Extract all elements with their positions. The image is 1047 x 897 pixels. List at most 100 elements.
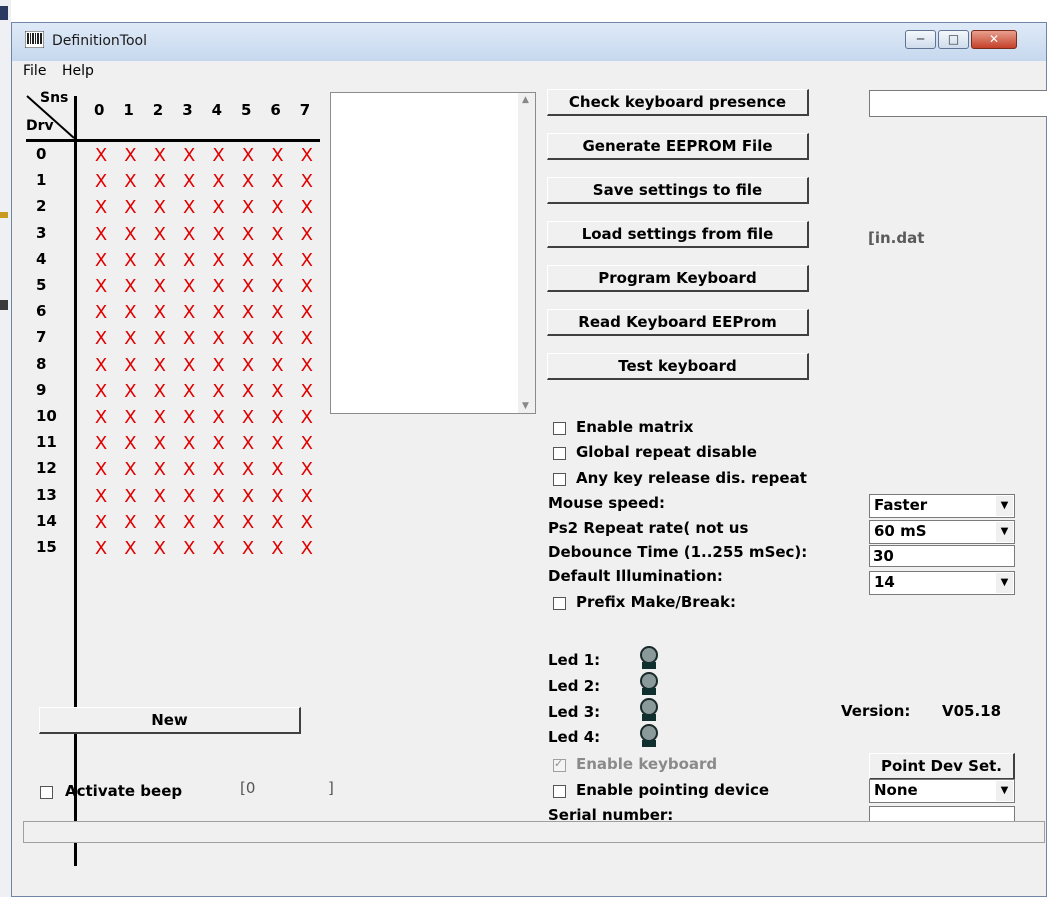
matrix-cell[interactable]: X — [206, 223, 232, 247]
presence-field[interactable] — [869, 90, 1047, 117]
matrix-cell[interactable]: X — [206, 406, 232, 430]
matrix-cell[interactable]: X — [235, 249, 261, 273]
matrix-cell[interactable]: X — [264, 511, 290, 535]
matrix-cell[interactable]: X — [117, 327, 143, 351]
matrix-cell[interactable]: X — [294, 144, 320, 168]
matrix-cell[interactable]: X — [294, 223, 320, 247]
matrix-cell[interactable]: X — [147, 354, 173, 378]
matrix-cell[interactable]: X — [206, 380, 232, 404]
matrix-cell[interactable]: X — [206, 485, 232, 509]
program-keyboard-button[interactable]: Program Keyboard — [547, 265, 809, 292]
matrix-cell[interactable]: X — [264, 275, 290, 299]
new-button[interactable]: New — [39, 707, 301, 734]
matrix-cell[interactable]: X — [206, 144, 232, 168]
matrix-cell[interactable]: X — [206, 354, 232, 378]
matrix-cell[interactable]: X — [294, 537, 320, 561]
test-keyboard-button[interactable]: Test keyboard — [547, 353, 809, 380]
matrix-cell[interactable]: X — [206, 301, 232, 325]
matrix-cell[interactable]: X — [294, 485, 320, 509]
matrix-cell[interactable]: X — [264, 327, 290, 351]
matrix-cell[interactable]: X — [147, 327, 173, 351]
pointing-device-select[interactable]: None ▼ — [869, 779, 1015, 803]
matrix-cell[interactable]: X — [147, 406, 173, 430]
matrix-cell[interactable]: X — [235, 170, 261, 194]
matrix-cell[interactable]: X — [294, 196, 320, 220]
matrix-cell[interactable]: X — [235, 380, 261, 404]
listbox-scrollbar[interactable]: ▲ ▼ — [518, 93, 535, 413]
point-dev-set-button[interactable]: Point Dev Set. — [869, 753, 1015, 780]
debounce-field[interactable]: 30 — [869, 545, 1015, 567]
matrix-cell[interactable]: X — [176, 144, 202, 168]
matrix-cell[interactable]: X — [294, 406, 320, 430]
matrix-cell[interactable]: X — [147, 380, 173, 404]
matrix-cell[interactable]: X — [206, 327, 232, 351]
minimize-button[interactable]: ─ — [905, 30, 936, 49]
matrix-cell[interactable]: X — [88, 196, 114, 220]
enable-pointing-checkbox[interactable] — [553, 785, 566, 798]
matrix-cell[interactable]: X — [117, 275, 143, 299]
matrix-cell[interactable]: X — [206, 458, 232, 482]
matrix-cell[interactable]: X — [294, 275, 320, 299]
matrix-cell[interactable]: X — [294, 458, 320, 482]
matrix-cell[interactable]: X — [264, 144, 290, 168]
matrix-cell[interactable]: X — [147, 196, 173, 220]
read-eeprom-button[interactable]: Read Keyboard EEProm — [547, 309, 809, 336]
matrix-cell[interactable]: X — [147, 223, 173, 247]
matrix-cell[interactable]: X — [147, 485, 173, 509]
matrix-cell[interactable]: X — [88, 223, 114, 247]
title-bar[interactable]: DefinitionTool ─ □ ✕ — [12, 23, 1046, 61]
matrix-cell[interactable]: X — [176, 354, 202, 378]
matrix-cell[interactable]: X — [117, 249, 143, 273]
serial-number-field[interactable] — [869, 806, 1015, 822]
matrix-cell[interactable]: X — [206, 170, 232, 194]
matrix-cell[interactable]: X — [294, 327, 320, 351]
matrix-cell[interactable]: X — [88, 327, 114, 351]
matrix-cell[interactable]: X — [235, 144, 261, 168]
matrix-cell[interactable]: X — [88, 485, 114, 509]
matrix-cell[interactable]: X — [147, 301, 173, 325]
matrix-cell[interactable]: X — [264, 458, 290, 482]
matrix-cell[interactable]: X — [294, 249, 320, 273]
matrix-cell[interactable]: X — [264, 485, 290, 509]
scroll-up-icon[interactable]: ▲ — [522, 95, 529, 105]
matrix-cell[interactable]: X — [176, 458, 202, 482]
load-settings-button[interactable]: Load settings from file — [547, 221, 809, 248]
check-keyboard-button[interactable]: Check keyboard presence — [547, 89, 809, 116]
matrix-cell[interactable]: X — [88, 275, 114, 299]
matrix-cell[interactable]: X — [88, 170, 114, 194]
matrix-cell[interactable]: X — [117, 301, 143, 325]
matrix-cell[interactable]: X — [294, 301, 320, 325]
matrix-cell[interactable]: X — [235, 327, 261, 351]
matrix-cell[interactable]: X — [117, 432, 143, 456]
illumination-select[interactable]: 14 ▼ — [869, 571, 1015, 595]
matrix-cell[interactable]: X — [117, 170, 143, 194]
matrix-cell[interactable]: X — [235, 485, 261, 509]
matrix-cell[interactable]: X — [176, 170, 202, 194]
matrix-cell[interactable]: X — [117, 406, 143, 430]
matrix-cell[interactable]: X — [176, 432, 202, 456]
matrix-cell[interactable]: X — [147, 511, 173, 535]
matrix-cell[interactable]: X — [264, 354, 290, 378]
matrix-cell[interactable]: X — [117, 354, 143, 378]
matrix-cell[interactable]: X — [264, 196, 290, 220]
matrix-cell[interactable]: X — [206, 196, 232, 220]
matrix-cell[interactable]: X — [88, 249, 114, 273]
matrix-cell[interactable]: X — [264, 406, 290, 430]
matrix-cell[interactable]: X — [147, 432, 173, 456]
matrix-cell[interactable]: X — [235, 406, 261, 430]
prefix-checkbox[interactable] — [553, 597, 566, 610]
matrix-cell[interactable]: X — [206, 511, 232, 535]
matrix-cell[interactable]: X — [264, 301, 290, 325]
matrix-cell[interactable]: X — [264, 223, 290, 247]
matrix-cell[interactable]: X — [235, 301, 261, 325]
matrix-cell[interactable]: X — [117, 537, 143, 561]
matrix-cell[interactable]: X — [235, 354, 261, 378]
matrix-cell[interactable]: X — [176, 380, 202, 404]
matrix-cell[interactable]: X — [117, 458, 143, 482]
enable-matrix-checkbox[interactable] — [553, 422, 566, 435]
matrix-cell[interactable]: X — [88, 537, 114, 561]
matrix-cell[interactable]: X — [147, 458, 173, 482]
matrix-cell[interactable]: X — [117, 485, 143, 509]
matrix-cell[interactable]: X — [176, 275, 202, 299]
matrix-cell[interactable]: X — [147, 144, 173, 168]
